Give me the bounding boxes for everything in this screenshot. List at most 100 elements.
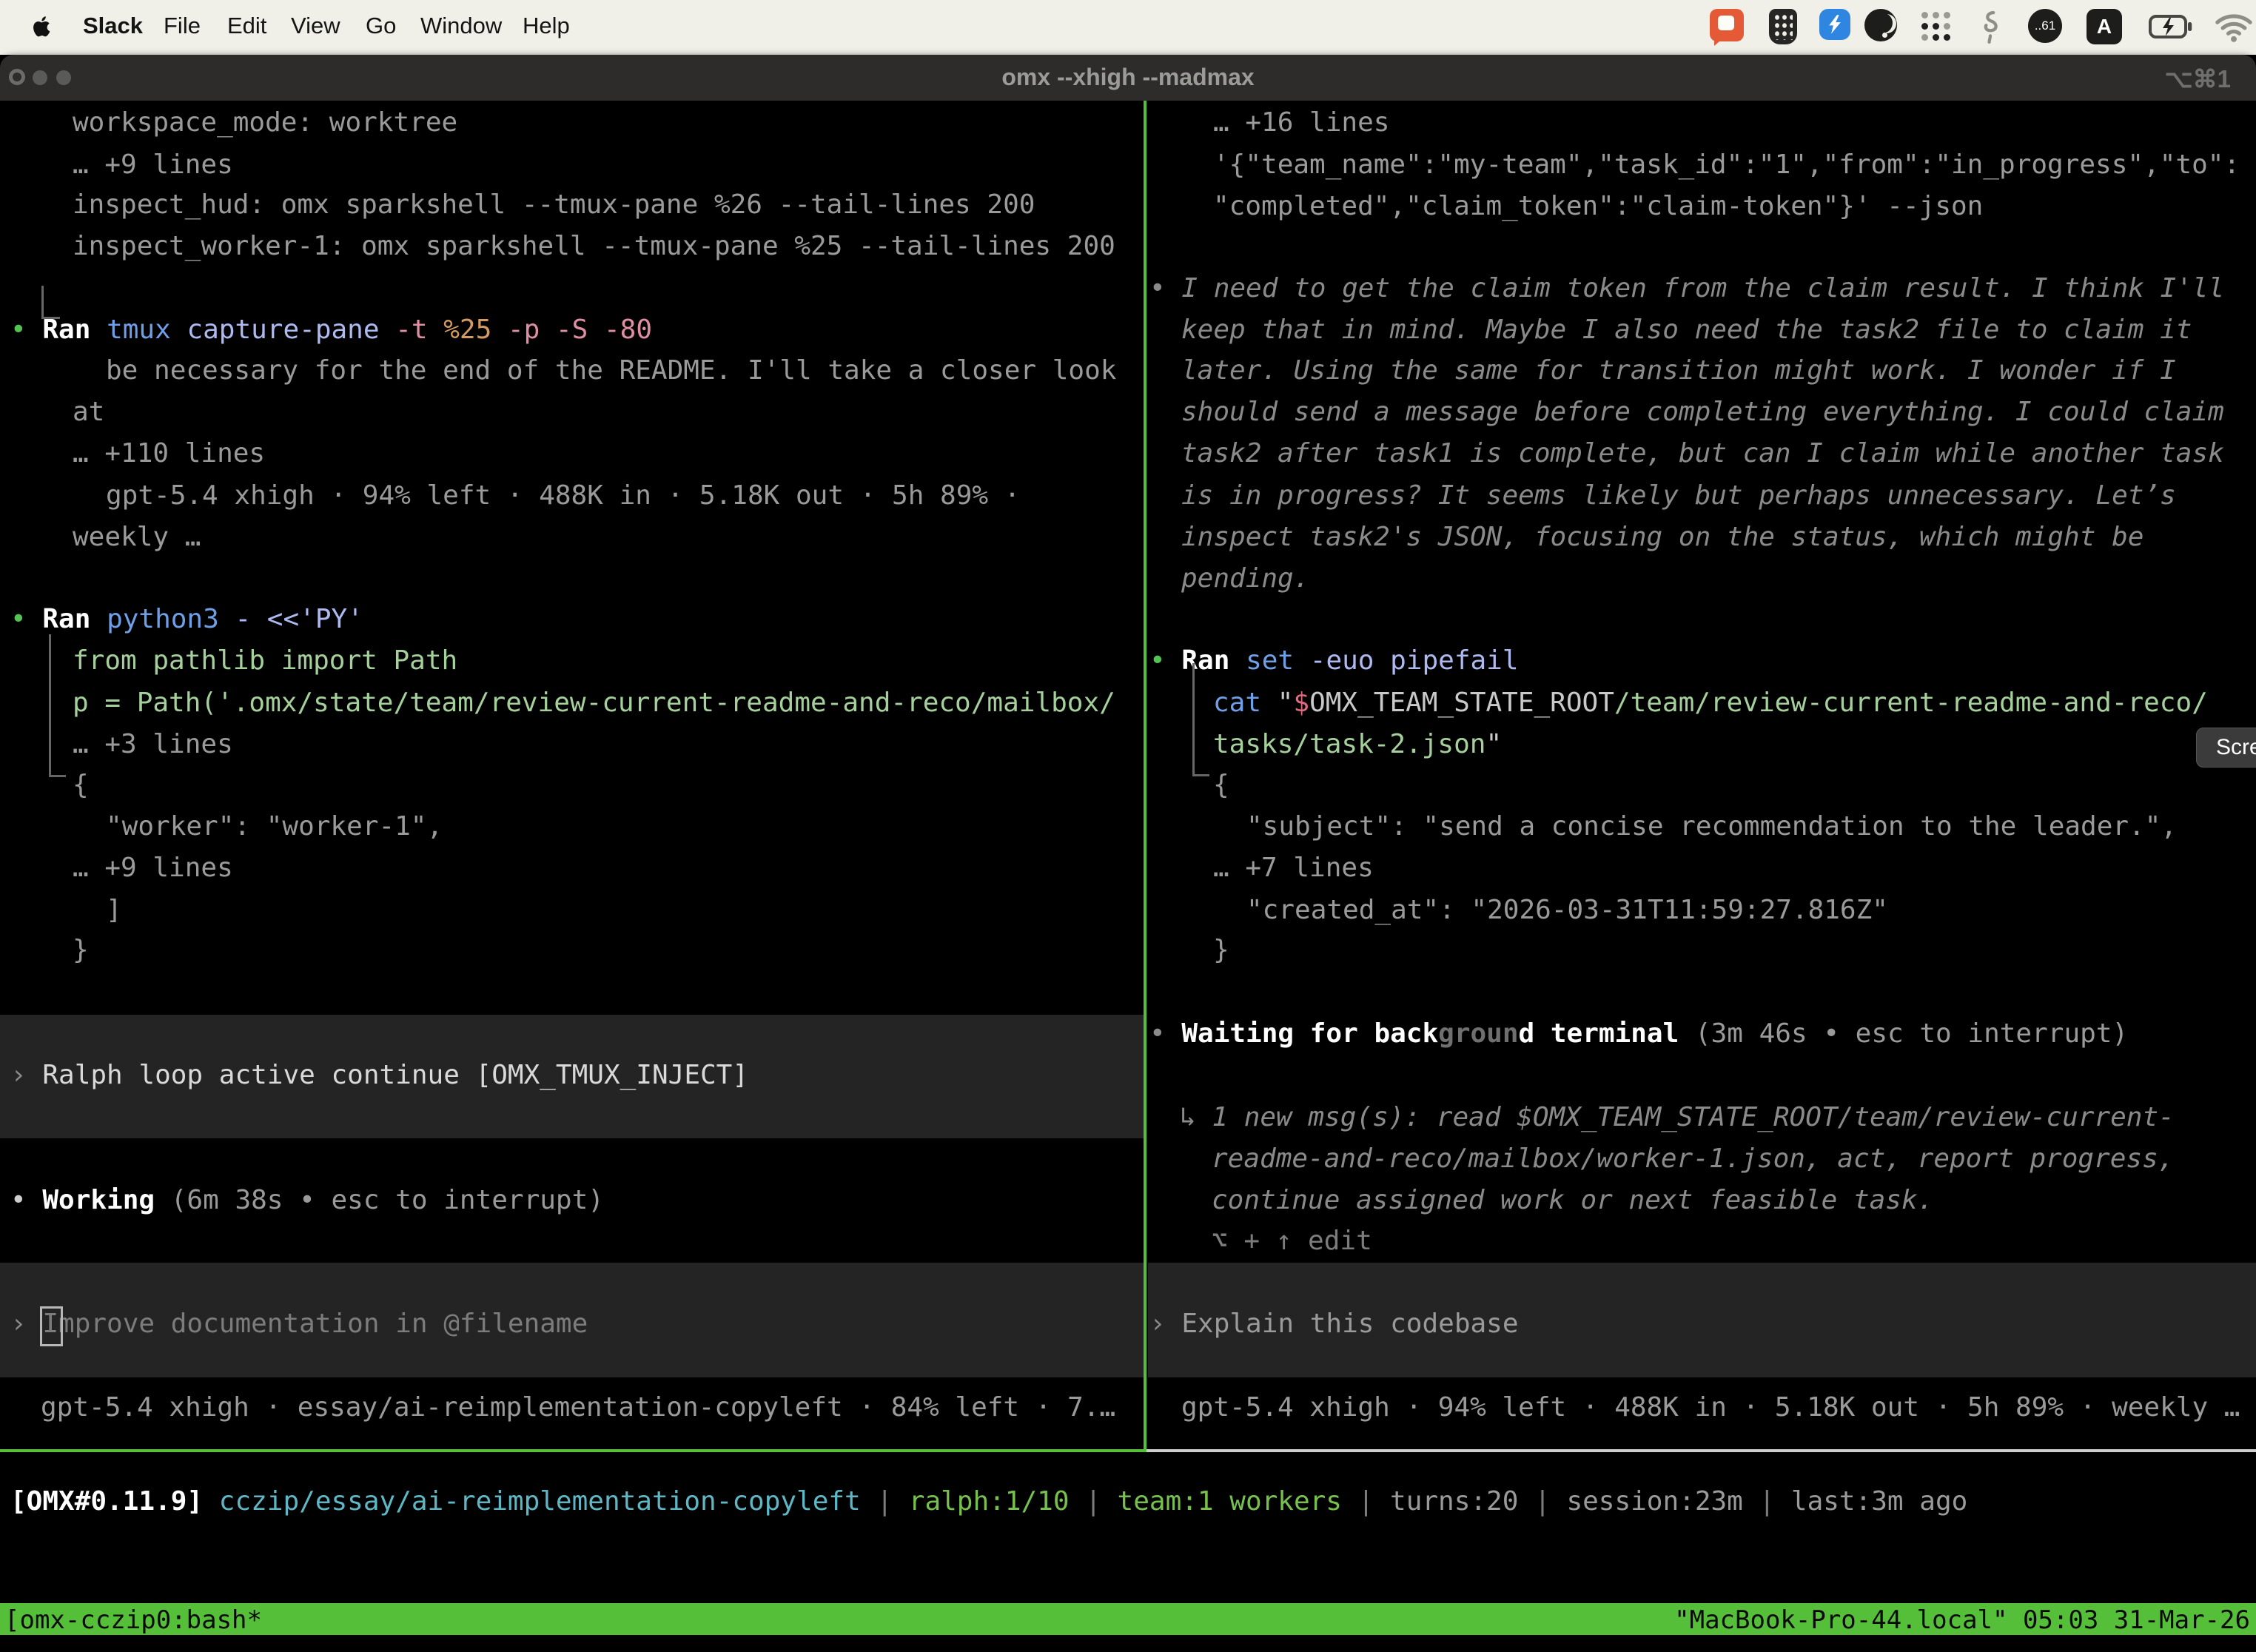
menu-window[interactable]: Window	[420, 13, 502, 39]
wifi-icon[interactable]	[2213, 9, 2255, 44]
pane-divider[interactable]	[1144, 101, 1147, 1452]
edit-shortcut-hint: ⌥ + ↑ edit	[1212, 1220, 1372, 1262]
crescent-dot	[1882, 33, 1887, 38]
working-status-line: • Working (6m 38s • esc to interrupt)	[10, 1180, 604, 1221]
window-title: omx --xhigh --madmax	[0, 64, 2256, 91]
right-truncation-line: … +16 lines	[1213, 102, 1389, 144]
bullet-icon: •	[1149, 273, 1181, 303]
right-model-status: gpt-5.4 xhigh · 94% left · 488K in · 5.1…	[1181, 1387, 2240, 1428]
left-tmux-output: weekly …	[73, 517, 201, 558]
bullet-icon: •	[10, 1185, 42, 1215]
left-input-line[interactable]: › Improve documentation in @filename	[10, 1303, 588, 1345]
thinking-line: inspect task2's JSON, focusing on the st…	[1181, 517, 2143, 558]
screen: Slack File Edit View Go Window Help	[0, 0, 2256, 1652]
chat-icon-tail	[1714, 37, 1725, 46]
menu-edit[interactable]: Edit	[227, 13, 266, 39]
left-output-line: inspect_hud: omx sparkshell --tmux-pane …	[73, 184, 1035, 226]
left-truncation-line: … +3 lines	[73, 724, 233, 765]
terminal-window: omx --xhigh --madmax ⌥⌘1 workspace_mode:…	[0, 55, 2256, 1652]
chat-icon-inner	[1718, 16, 1734, 30]
battery-icon[interactable]	[2148, 9, 2194, 44]
left-tmux-output: gpt-5.4 xhigh · 94% left · 488K in · 5.1…	[106, 475, 1020, 517]
output-bracket	[49, 634, 66, 777]
mailbox-message-line: ↳ 1 new msg(s): read $OMX_TEAM_STATE_ROO…	[1180, 1097, 2175, 1138]
crescent-icon[interactable]	[1864, 9, 1897, 41]
bullet-icon: •	[10, 604, 42, 634]
thinking-line: task2 after task1 is complete, but can I…	[1181, 433, 2224, 474]
tmux-status-bar: [omx-cczip0:bash* "MacBook-Pro-44.local"…	[0, 1603, 2256, 1635]
thinking-line: keep that in mind. Maybe I also need the…	[1181, 309, 2192, 351]
chevron-prompt-icon: ›	[10, 1309, 42, 1339]
right-json-output: "created_at": "2026-03-31T11:59:27.816Z"	[1246, 890, 1888, 931]
a-key-icon[interactable]: A	[2087, 9, 2122, 44]
titlebar[interactable]: omx --xhigh --madmax ⌥⌘1	[0, 55, 2256, 101]
left-python-code: p = Path('.omx/state/team/review-current…	[73, 682, 1115, 724]
right-truncation-line: … +7 lines	[1213, 847, 1374, 889]
tmux-session-label: [omx-cczip0:bash*	[4, 1605, 262, 1635]
window-shortcut-hint: ⌥⌘1	[2165, 64, 2231, 93]
menu-help[interactable]: Help	[523, 13, 570, 39]
right-json-output: "subject": "send a concise recommendatio…	[1246, 806, 2177, 847]
right-cat-command: cat "$OMX_TEAM_STATE_ROOT/team/review-cu…	[1213, 682, 2208, 724]
left-truncation-line: … +9 lines	[73, 144, 233, 186]
terminal-content: workspace_mode: worktree … +9 lines insp…	[0, 101, 2256, 1652]
output-bracket	[41, 286, 60, 319]
output-bracket	[1192, 663, 1209, 776]
left-tmux-output: be necessary for the end of the README. …	[106, 350, 1116, 392]
left-ran-tmux-line: • Ran tmux capture-pane -t %25 -p -S -80	[10, 309, 652, 351]
count-badge-label: ..61	[2035, 19, 2055, 33]
thinking-line: • I need to get the claim token from the…	[1149, 268, 2224, 309]
left-json-output: }	[73, 930, 89, 971]
waiting-status-line: • Waiting for background terminal (3m 46…	[1149, 1013, 2128, 1055]
left-json-output: {	[73, 765, 89, 806]
menu-go[interactable]: Go	[366, 13, 396, 39]
shield-grid-icon[interactable]	[1769, 9, 1797, 44]
menu-file[interactable]: File	[164, 13, 201, 39]
pulse-icon[interactable]	[1819, 9, 1850, 40]
mailbox-message-line: readme-and-reco/mailbox/worker-1.json, a…	[1212, 1138, 2174, 1180]
mailbox-message-line: continue assigned work or next feasible …	[1212, 1180, 1933, 1221]
left-truncation-line: … +9 lines	[73, 847, 233, 889]
count-badge-icon[interactable]: ..61	[2028, 9, 2062, 43]
right-cat-command: tasks/task-2.json"	[1213, 724, 1502, 765]
a-key-label: A	[2097, 15, 2112, 38]
thinking-line: is in progress? It seems likely but perh…	[1181, 475, 2176, 517]
left-input-placeholder: Improve documentation in @filename	[42, 1309, 588, 1339]
squiggle-icon[interactable]	[1978, 9, 2003, 46]
right-input-placeholder: Explain this codebase	[1181, 1309, 1518, 1339]
right-output-line: '{"team_name":"my-team","task_id":"1","f…	[1213, 144, 2240, 186]
chevron-prompt-icon: ›	[10, 1060, 42, 1090]
chat-icon[interactable]	[1710, 9, 1744, 41]
right-json-output: {	[1213, 765, 1229, 806]
right-pane-border	[1147, 1449, 2256, 1452]
bullet-icon: •	[1149, 1018, 1181, 1049]
tmux-host-clock: "MacBook-Pro-44.local" 05:03 31-Mar-26	[1674, 1605, 2250, 1635]
chevron-prompt-icon: ›	[1149, 1309, 1181, 1339]
dots-grid-icon[interactable]	[1918, 9, 1953, 43]
left-model-status: gpt-5.4 xhigh · essay/ai-reimplementatio…	[41, 1387, 1115, 1428]
bullet-icon: •	[1149, 645, 1181, 676]
crescent-mask	[1872, 13, 1893, 33]
thinking-line: should send a message before completing …	[1181, 392, 2224, 433]
menu-app-slack[interactable]: Slack	[83, 13, 143, 39]
left-pane-border	[0, 1449, 1144, 1452]
shield-grid-dots	[1773, 13, 1793, 40]
menu-view[interactable]: View	[291, 13, 340, 39]
right-output-line: "completed","claim_token":"claim-token"}…	[1213, 186, 1983, 227]
right-json-output: }	[1213, 930, 1229, 971]
left-json-output: "worker": "worker-1",	[106, 806, 443, 847]
return-arrow-icon: ↳	[1180, 1102, 1212, 1132]
text-cursor	[40, 1306, 63, 1346]
left-python-code: from pathlib import Path	[73, 640, 457, 682]
left-json-output: ]	[106, 890, 122, 931]
omx-status-line: [OMX#0.11.9] cczip/essay/ai-reimplementa…	[10, 1486, 1967, 1517]
left-tmux-output: at	[73, 392, 104, 433]
apple-menu-icon[interactable]	[30, 12, 55, 41]
left-truncation-line: … +110 lines	[73, 433, 265, 474]
menubar: Slack File Edit View Go Window Help	[0, 0, 2256, 55]
bullet-icon: •	[10, 315, 42, 345]
right-input-line[interactable]: › Explain this codebase	[1149, 1303, 1519, 1345]
screenshot-button[interactable]: Scre	[2196, 728, 2256, 768]
left-output-line: inspect_worker-1: omx sparkshell --tmux-…	[73, 226, 1115, 267]
thinking-line: pending.	[1181, 558, 1309, 600]
